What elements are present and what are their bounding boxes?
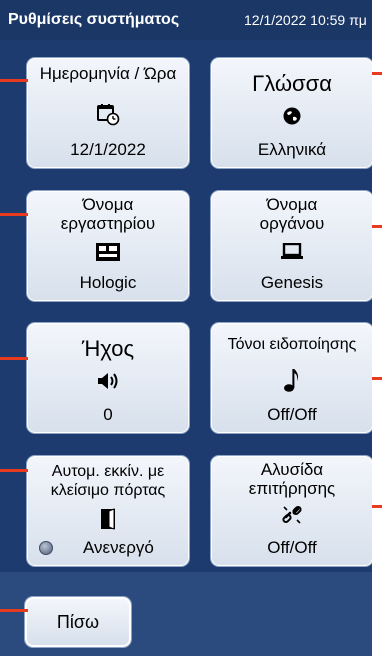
title-bar: Ρυθμίσεις συστήματος 12/1/2022 10:59 πμ [0,0,372,40]
instrument-name-label: Όνομα οργάνου [211,195,372,233]
auto-start-button[interactable]: Αυτομ. εκκίν. με κλείσιμο πόρτας Ανενεργ… [26,455,190,567]
notification-tones-value: Off/Off [267,405,317,424]
auto-start-value: Ανενεργό [83,538,154,557]
watch-chain-button[interactable]: Αλυσίδα επιτήρησης Off/Off [210,455,372,567]
callout-marker [0,213,28,216]
header-datetime: 12/1/2022 10:59 πμ [244,12,367,28]
music-note-icon [283,367,301,398]
notification-tones-button[interactable]: Τόνοι ειδοποίησης Off/Off [210,322,372,434]
back-button[interactable]: Πίσω [25,597,131,647]
auto-start-label: Αυτομ. εκκίν. με κλείσιμο πόρτας [27,462,189,500]
callout-marker [372,505,382,508]
instrument-name-button[interactable]: Όνομα οργάνου Genesis [210,190,372,302]
watch-chain-label-line2: επιτήρησης [248,479,336,498]
calendar-clock-icon [96,102,120,131]
sound-button[interactable]: Ήχος 0 [26,322,190,434]
lab-name-label: Όνομα εργαστηρίου [27,195,189,233]
watch-chain-label: Αλυσίδα επιτήρησης [211,460,372,498]
page-title: Ρυθμίσεις συστήματος [8,11,180,28]
laptop-icon [280,242,304,266]
language-button[interactable]: Γλώσσα Ελληνικά [210,57,372,169]
auto-start-label-line2: κλείσιμο πόρτας [50,482,166,499]
globe-icon [282,106,302,131]
sound-value: 0 [103,405,113,424]
lab-building-icon [95,241,121,268]
date-time-label: Ημερομηνία / Ώρα [39,64,177,83]
lab-name-value: Hologic [79,273,137,292]
callout-marker [0,79,28,82]
callout-marker [372,377,382,380]
callout-marker [0,609,28,612]
watch-chain-value: Off/Off [267,538,317,557]
instrument-name-label-line1: Όνομα [266,195,318,214]
callout-marker [372,72,382,75]
settings-panel: Ρυθμίσεις συστήματος 12/1/2022 10:59 πμ … [0,0,372,656]
watch-chain-label-line1: Αλυσίδα [260,460,324,479]
speaker-icon [97,371,119,396]
broken-chain-icon [281,504,303,531]
sound-label: Ήχος [81,336,135,361]
date-time-button[interactable]: Ημερομηνία / Ώρα 12/1/2022 [26,57,190,169]
notification-tones-label: Τόνοι ειδοποίησης [227,336,357,353]
lab-name-label-line2: εργαστηρίου [60,214,156,233]
callout-marker [0,469,28,472]
lab-name-label-line1: Όνομα [82,195,134,214]
date-value: 12/1/2022 [70,140,146,159]
instrument-name-label-line2: οργάνου [259,214,325,233]
callout-marker [0,357,28,360]
lab-name-button[interactable]: Όνομα εργαστηρίου Hologic [26,190,190,302]
language-label: Γλώσσα [252,71,332,96]
status-indicator-light [39,541,53,555]
door-icon [99,508,117,535]
auto-start-label-line1: Αυτομ. εκκίν. με [51,463,165,480]
instrument-name-value: Genesis [260,273,324,292]
callout-marker [372,225,382,228]
language-value: Ελληνικά [257,140,327,159]
